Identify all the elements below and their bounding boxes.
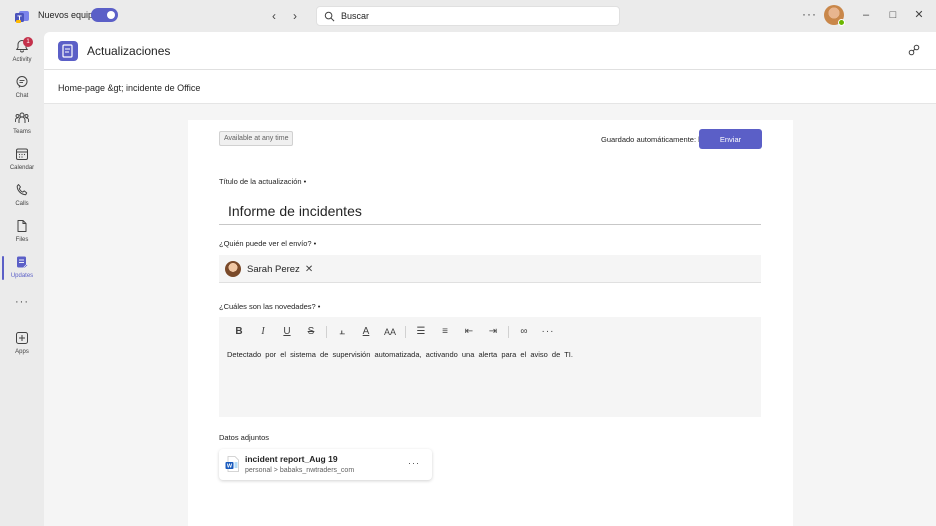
link-icon[interactable]: ∞ — [512, 324, 536, 340]
attachment-more-icon[interactable]: ··· — [408, 458, 420, 468]
activity-badge: 1 — [23, 37, 33, 47]
remove-person-icon[interactable]: ✕ — [305, 264, 313, 275]
search-input[interactable] — [341, 9, 611, 23]
news-field-label: ¿Cuáles son las novedades? • — [219, 302, 321, 311]
rail-item-teams[interactable]: Teams — [0, 108, 44, 144]
bullet-list-icon[interactable]: ☰ — [409, 324, 433, 340]
chat-icon — [16, 76, 28, 88]
title-field[interactable] — [219, 197, 761, 225]
toggle-knob — [107, 11, 115, 19]
more-apps-icon: ··· — [15, 296, 29, 308]
submit-button[interactable]: Enviar — [699, 129, 762, 149]
font-color-icon[interactable]: A — [354, 324, 378, 340]
add-apps-icon — [16, 332, 28, 344]
rail-label: Calls — [15, 201, 29, 207]
word-document-icon: W — [225, 456, 239, 472]
file-icon — [17, 220, 27, 232]
rail-item-files[interactable]: Files — [0, 216, 44, 252]
rail-label: Calendar — [9, 165, 35, 171]
toolbar-divider — [508, 326, 509, 338]
rail-label: Files — [15, 237, 29, 243]
presence-available-icon — [838, 19, 845, 26]
formatting-toolbar: B I U S ⫠ A AA ☰ ≡ ⇤ ⇥ ∞ ··· — [227, 324, 560, 340]
title-field-label: Título de la actualización • — [219, 177, 307, 186]
rail-item-activity[interactable]: 1 Activity — [0, 36, 44, 72]
rail-label: Activity — [12, 57, 32, 63]
back-arrow-icon[interactable]: ‹ — [267, 9, 281, 23]
bold-icon[interactable]: B — [227, 324, 251, 340]
rail-label: Teams — [13, 129, 31, 135]
more-formatting-icon[interactable]: ··· — [536, 324, 560, 340]
increase-indent-icon[interactable]: ⇥ — [481, 324, 505, 340]
phone-icon — [16, 184, 28, 196]
teams-logo-icon: T — [15, 11, 29, 23]
breadcrumb[interactable]: Home-page &gt; incidente de Office — [58, 83, 200, 93]
search-icon — [324, 11, 335, 22]
availability-chip: Available at any time — [219, 131, 294, 146]
new-teams-toggle[interactable] — [91, 8, 118, 22]
update-form: Available at any time Guardado automátic… — [188, 120, 793, 526]
title-bar: T Nuevos equipos ‹ › ··· – □ ✕ — [0, 0, 936, 32]
forward-arrow-icon[interactable]: › — [288, 9, 302, 23]
decrease-indent-icon[interactable]: ⇤ — [457, 324, 481, 340]
numbered-list-icon[interactable]: ≡ — [433, 324, 457, 340]
people-picker[interactable]: Sarah Perez ✕ — [219, 255, 761, 283]
search-box[interactable] — [316, 6, 620, 26]
audience-field-label: ¿Quién puede ver el envío? • — [219, 239, 317, 248]
update-body-text[interactable]: Detectado por el sistema de supervisión … — [227, 350, 573, 359]
attachments-label: Datos adjuntos — [219, 433, 270, 442]
minimize-icon[interactable]: – — [859, 8, 873, 22]
underline-icon[interactable]: U — [275, 324, 299, 340]
updates-app-icon — [58, 41, 78, 61]
rail-item-updates[interactable]: Updates — [0, 252, 44, 288]
attachment-path: personal > babaks_nwtraders_com — [245, 467, 355, 474]
italic-icon[interactable]: I — [251, 324, 275, 340]
attachment-name: incident report_Aug 19 — [245, 454, 338, 464]
main-area: Actualizaciones Home-page &gt; incidente… — [44, 32, 936, 526]
close-icon[interactable]: ✕ — [912, 8, 926, 22]
rail-item-calls[interactable]: Calls — [0, 180, 44, 216]
person-avatar — [225, 261, 241, 277]
page-title: Actualizaciones — [87, 44, 171, 58]
strikethrough-icon[interactable]: S — [299, 324, 323, 340]
teams-icon — [15, 112, 29, 123]
highlight-icon[interactable]: ⫠ — [330, 324, 354, 340]
rail-label: Updates — [10, 273, 34, 279]
updates-icon — [17, 256, 29, 269]
svg-text:W: W — [227, 464, 233, 470]
link-icon[interactable] — [908, 44, 920, 56]
attachment-card[interactable]: W incident report_Aug 19 personal > baba… — [219, 449, 432, 480]
breadcrumb-bar: Home-page &gt; incidente de Office — [44, 70, 936, 104]
rail-item-more[interactable]: ··· — [0, 294, 44, 330]
maximize-icon[interactable]: □ — [886, 8, 900, 22]
rail-item-chat[interactable]: Chat — [0, 72, 44, 108]
more-options-icon[interactable]: ··· — [802, 7, 817, 21]
rail-label: Chat — [15, 93, 29, 99]
person-pill[interactable]: Sarah Perez ✕ — [225, 260, 313, 278]
rich-text-editor[interactable]: B I U S ⫠ A AA ☰ ≡ ⇤ ⇥ ∞ ··· Detectado p… — [219, 317, 761, 417]
app-header: Actualizaciones — [44, 32, 936, 70]
person-name: Sarah Perez — [247, 263, 300, 275]
rail-item-apps[interactable]: Apps — [0, 328, 44, 364]
rail-label: Apps — [15, 349, 29, 355]
calendar-icon — [16, 148, 28, 160]
toolbar-divider — [326, 326, 327, 338]
rail-item-calendar[interactable]: Calendar — [0, 144, 44, 180]
app-rail: 1 Activity Chat Teams Calendar Calls Fil… — [0, 32, 44, 526]
font-size-icon[interactable]: AA — [378, 324, 402, 340]
toolbar-divider — [405, 326, 406, 338]
